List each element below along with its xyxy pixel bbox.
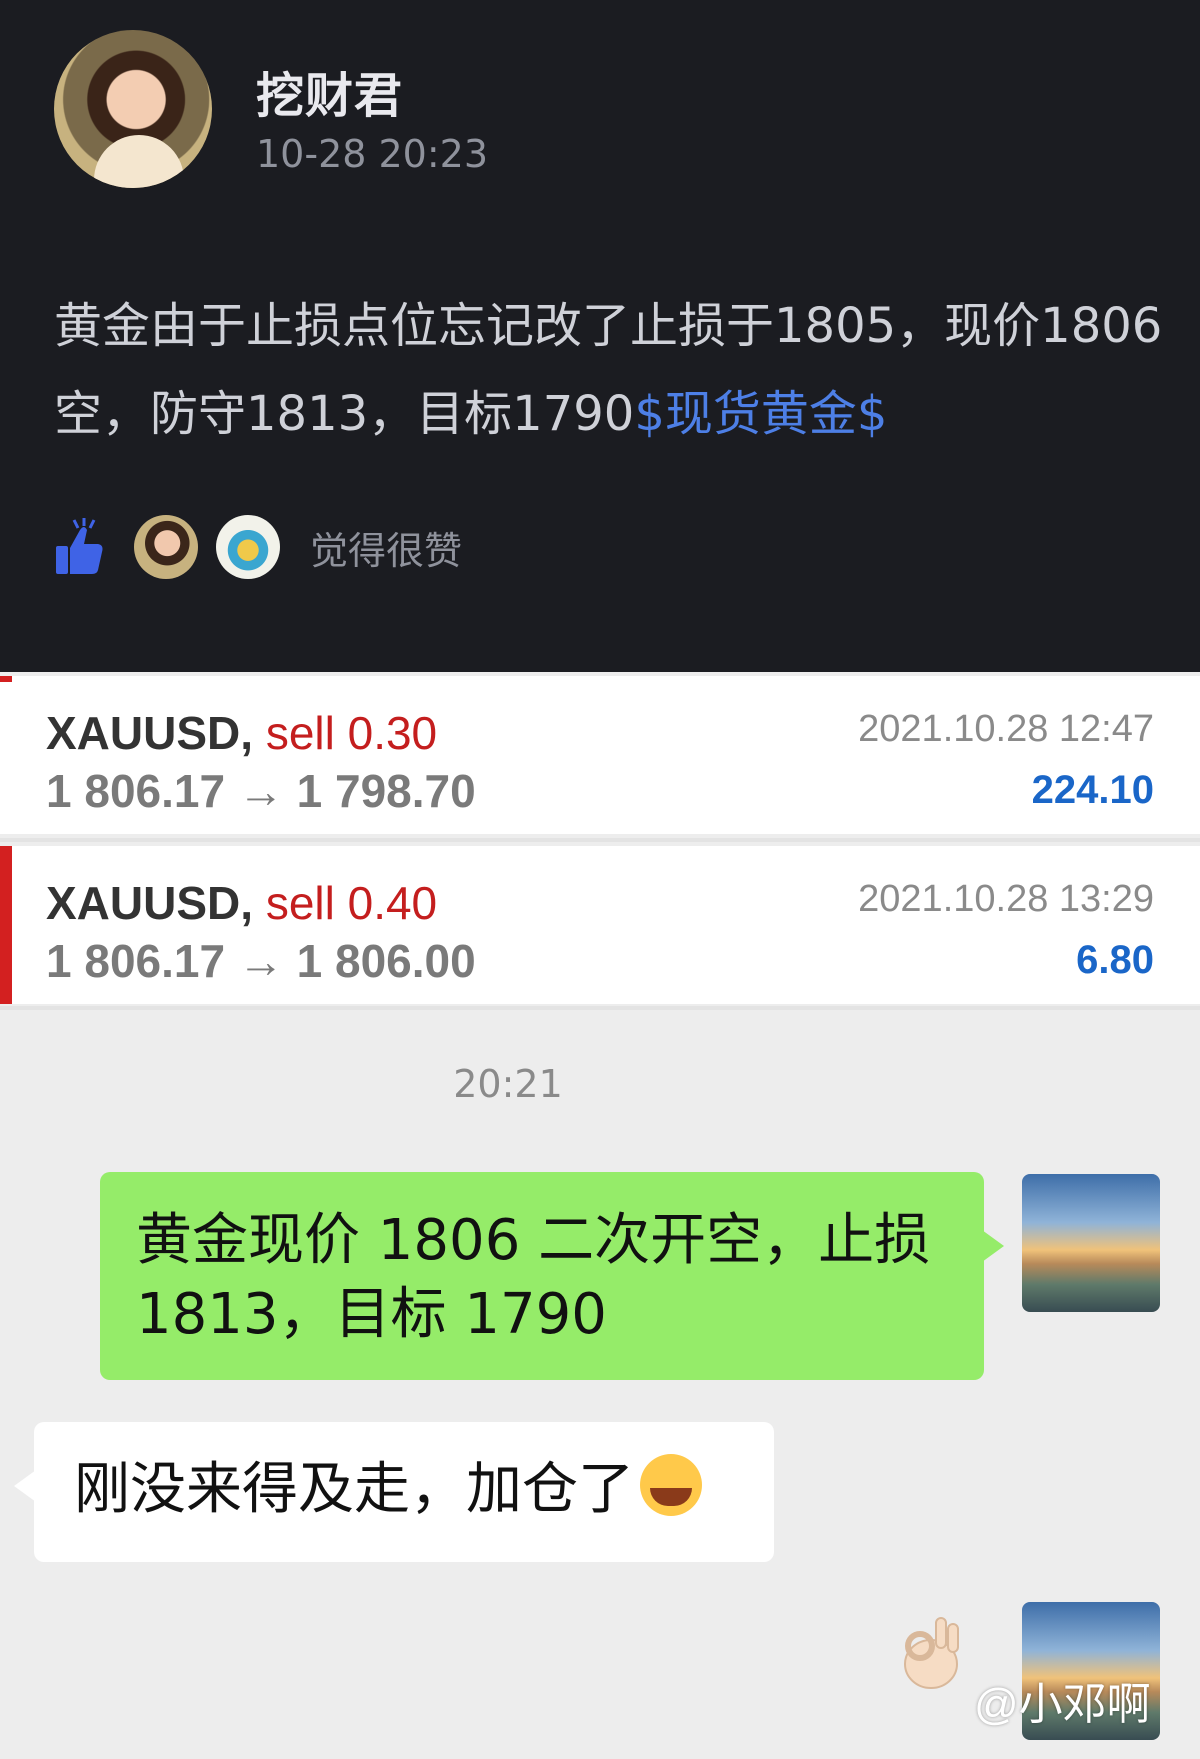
trade-prices: 1 806.17 → 1 806.00 <box>46 935 476 987</box>
trade-prices: 1 806.17 → 1 798.70 <box>46 765 476 817</box>
username[interactable]: 挖财君 <box>256 56 403 126</box>
thumbs-up-icon[interactable] <box>54 518 104 576</box>
post-body: 黄金由于止损点位忘记改了止损于1805，现价1806空，防守1813，目标179… <box>54 298 1163 442</box>
laughing-crying-emoji-icon <box>640 1454 702 1516</box>
liker-avatar[interactable] <box>216 515 280 579</box>
trade-profit: 224.10 <box>1031 768 1154 812</box>
trade-side: sell 0.30 <box>265 707 438 759</box>
likes-row: 觉得很赞 <box>54 515 462 579</box>
stock-tag-link[interactable]: $现货黄金$ <box>634 386 887 442</box>
trade-symbol: XAUUSD, sell 0.40 <box>46 877 438 929</box>
trade-side: sell 0.40 <box>265 877 438 929</box>
post-timestamp: 10-28 20:23 <box>256 132 489 176</box>
user-avatar[interactable] <box>54 30 212 188</box>
divider <box>0 838 1200 842</box>
outgoing-message-bubble[interactable]: 黄金现价 1806 二次开空，止损 1813，目标 1790 <box>100 1172 1004 1380</box>
incoming-message-text: 刚没来得及走，加仓了 <box>74 1457 634 1522</box>
liker-avatar[interactable] <box>134 515 198 579</box>
likes-label: 觉得很赞 <box>310 528 463 573</box>
trade-row[interactable]: XAUUSD, sell 0.30 1 806.17 → 1 798.70 20… <box>0 676 1200 834</box>
chat-timestamp: 20:21 <box>453 1062 563 1106</box>
watermark: @小邓啊 <box>974 1680 1151 1729</box>
trade-datetime: 2021.10.28 12:47 <box>858 708 1154 750</box>
self-avatar[interactable] <box>1022 1174 1160 1312</box>
post-card: 挖财君 10-28 20:23 黄金由于止损点位忘记改了止损于1805，现价18… <box>0 0 1200 672</box>
incoming-message-bubble[interactable]: 刚没来得及走，加仓了 <box>14 1422 774 1562</box>
outgoing-message-text: 黄金现价 1806 二次开空，止损 1813，目标 1790 <box>136 1208 931 1347</box>
divider <box>0 1006 1200 1010</box>
trade-row[interactable]: XAUUSD, sell 0.40 1 806.17 → 1 806.00 20… <box>0 846 1200 1004</box>
post-text: 黄金由于止损点位忘记改了止损于1805，现价1806空，防守1813，目标179… <box>54 282 1164 458</box>
trade-datetime: 2021.10.28 13:29 <box>858 878 1154 920</box>
trade-symbol: XAUUSD, sell 0.30 <box>46 707 438 759</box>
ok-hand-emoji-icon[interactable] <box>896 1612 966 1692</box>
trade-profit: 6.80 <box>1076 938 1154 982</box>
